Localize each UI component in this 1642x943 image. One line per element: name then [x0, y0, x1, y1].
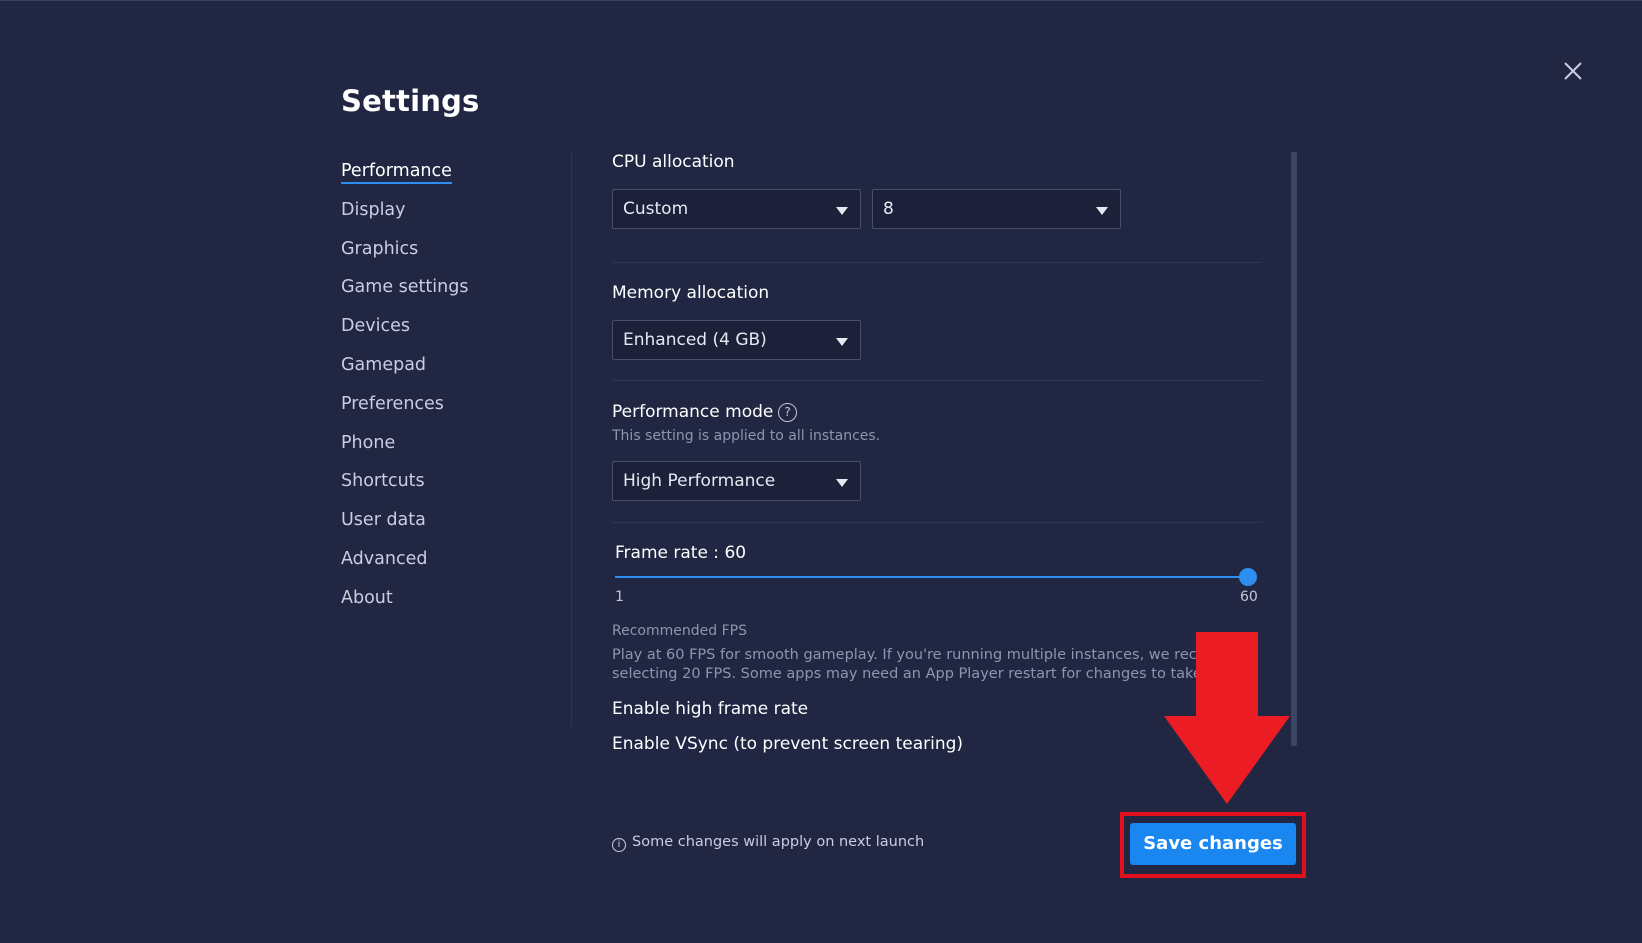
memory-value: Enhanced (4 GB) — [623, 330, 767, 350]
red-arrow-annotation — [1164, 632, 1290, 804]
recommended-fps-text: Play at 60 FPS for smooth gameplay. If y… — [612, 646, 1197, 684]
sidebar-item-label: Devices — [341, 316, 410, 337]
sidebar-item-display[interactable]: Display — [341, 197, 561, 236]
launch-note-text: Some changes will apply on next launch — [632, 834, 925, 850]
chevron-down-icon — [836, 338, 848, 346]
close-icon[interactable] — [1560, 58, 1586, 84]
sidebar-item-advanced[interactable]: Advanced — [341, 546, 561, 585]
recommended-fps-title: Recommended FPS — [612, 623, 747, 639]
sidebar-item-shortcuts[interactable]: Shortcuts — [341, 468, 561, 507]
sidebar-item-devices[interactable]: Devices — [341, 313, 561, 352]
sidebar-item-label: Preferences — [341, 393, 444, 414]
sidebar-divider — [571, 152, 572, 727]
launch-note: i Some changes will apply on next launch — [612, 834, 924, 852]
recommended-fps-line-2: selecting 20 FPS. Some apps may need an … — [612, 666, 1197, 682]
cpu-allocation-label: CPU allocation — [612, 152, 735, 172]
sidebar-item-graphics[interactable]: Graphics — [341, 236, 561, 275]
sidebar-item-user-data[interactable]: User data — [341, 507, 561, 546]
performance-mode-hint: This setting is applied to all instances… — [612, 428, 881, 444]
chevron-down-icon — [836, 207, 848, 215]
settings-sidebar: Performance Display Graphics Game settin… — [341, 158, 561, 624]
sidebar-item-about[interactable]: About — [341, 585, 561, 624]
chevron-down-icon — [836, 479, 848, 487]
frame-rate-label: Frame rate : 60 — [615, 543, 747, 563]
slider-min-label: 1 — [615, 589, 624, 605]
sidebar-item-label: Gamepad — [341, 354, 427, 375]
scrollbar[interactable] — [1291, 152, 1297, 746]
sidebar-item-label: About — [341, 587, 393, 608]
sidebar-item-performance[interactable]: Performance — [341, 158, 561, 197]
save-changes-button[interactable]: Save changes — [1130, 823, 1296, 865]
sidebar-item-game-settings[interactable]: Game settings — [341, 274, 561, 313]
cpu-mode-value: Custom — [623, 199, 689, 219]
slider-max-label: 60 — [1240, 589, 1258, 605]
sidebar-item-label: Shortcuts — [341, 471, 425, 492]
chevron-down-icon — [1096, 207, 1108, 215]
frame-rate-slider-handle[interactable] — [1239, 568, 1257, 586]
cpu-cores-value: 8 — [883, 199, 894, 219]
sidebar-item-label: Phone — [341, 432, 396, 453]
sidebar-item-label: Advanced — [341, 548, 428, 569]
section-divider — [612, 262, 1262, 263]
performance-mode-select[interactable]: High Performance — [612, 461, 861, 501]
sidebar-item-label: Game settings — [341, 277, 469, 298]
performance-mode-value: High Performance — [623, 471, 776, 491]
sidebar-item-label: User data — [341, 510, 426, 531]
sidebar-item-gamepad[interactable]: Gamepad — [341, 352, 561, 391]
high-frame-rate-label: Enable high frame rate — [612, 699, 809, 719]
memory-allocation-label: Memory allocation — [612, 283, 770, 303]
sidebar-item-label: Performance — [341, 161, 452, 184]
info-icon: i — [612, 838, 626, 852]
section-divider — [612, 522, 1262, 523]
vsync-label: Enable VSync (to prevent screen tearing) — [612, 734, 964, 754]
sidebar-item-label: Graphics — [341, 238, 419, 259]
sidebar-item-phone[interactable]: Phone — [341, 430, 561, 469]
memory-select[interactable]: Enhanced (4 GB) — [612, 320, 861, 360]
help-circle-icon[interactable]: ? — [778, 403, 797, 422]
cpu-cores-select[interactable]: 8 — [872, 189, 1121, 229]
performance-mode-label: Performance mode — [612, 402, 774, 422]
page-title: Settings — [341, 84, 480, 118]
sidebar-item-label: Display — [341, 199, 406, 220]
section-divider — [612, 380, 1262, 381]
cpu-mode-select[interactable]: Custom — [612, 189, 861, 229]
recommended-fps-line-1: Play at 60 FPS for smooth gameplay. If y… — [612, 647, 1197, 663]
sidebar-item-preferences[interactable]: Preferences — [341, 391, 561, 430]
frame-rate-slider-track[interactable] — [615, 576, 1247, 578]
